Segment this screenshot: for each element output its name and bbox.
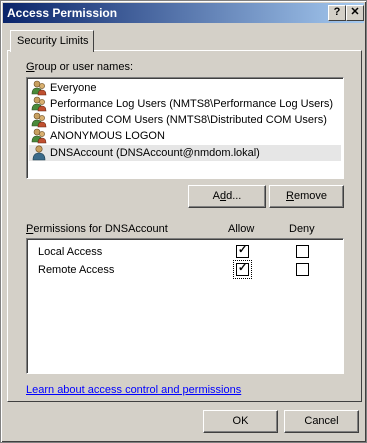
title-bar[interactable]: Access Permission ? ✕ xyxy=(3,3,364,23)
access-permission-dialog: Access Permission ? ✕ Security Limits Gr… xyxy=(0,0,367,443)
user-icon xyxy=(32,145,46,161)
checkmark-icon: ✓ xyxy=(238,244,248,256)
add-button[interactable]: Add... xyxy=(188,185,266,208)
close-button[interactable]: ✕ xyxy=(346,5,364,21)
group-or-user-names-label: Group or user names: xyxy=(26,61,133,73)
list-item[interactable]: ANONYMOUS LOGON xyxy=(29,128,341,144)
permission-label: Local Access xyxy=(38,246,103,258)
permission-label: Remote Access xyxy=(38,264,115,276)
remote-access-deny-checkbox[interactable] xyxy=(296,263,309,276)
list-item[interactable]: Performance Log Users (NMTS8\Performance… xyxy=(29,96,341,112)
remove-button[interactable]: Remove xyxy=(269,185,344,208)
cancel-button[interactable]: Cancel xyxy=(284,410,359,433)
list-item[interactable]: Everyone xyxy=(29,80,341,96)
ok-button[interactable]: OK xyxy=(203,410,278,433)
permissions-label: Permissions for DNSAccount xyxy=(26,223,168,235)
access-control-help-link[interactable]: Learn about access control and permissio… xyxy=(26,384,241,396)
list-item[interactable]: Distributed COM Users (NMTS8\Distributed… xyxy=(29,112,341,128)
remote-access-allow-checkbox[interactable]: ✓ xyxy=(236,262,249,276)
list-item-label: Performance Log Users (NMTS8\Performance… xyxy=(50,98,334,110)
group-icon xyxy=(31,96,47,112)
permissions-list: Local Access ✓ Remote Access ✓ xyxy=(26,238,344,374)
list-item-label: Distributed COM Users (NMTS8\Distributed… xyxy=(50,114,327,126)
list-item-label: Everyone xyxy=(50,82,97,94)
help-button[interactable]: ? xyxy=(328,5,346,21)
list-item-selected[interactable]: DNSAccount (DNSAccount@nmdom.lokal) xyxy=(29,145,341,161)
group-icon xyxy=(31,112,47,128)
tab-security-limits[interactable]: Security Limits xyxy=(10,30,94,52)
group-icon xyxy=(31,80,47,96)
ok-label: OK xyxy=(232,415,249,427)
deny-column-header: Deny xyxy=(289,223,315,235)
window-title: Access Permission xyxy=(7,6,118,20)
tab-label: Security Limits xyxy=(17,35,89,47)
cancel-label: Cancel xyxy=(304,415,339,427)
list-item-label: DNSAccount (DNSAccount@nmdom.lokal) xyxy=(50,147,260,159)
checkmark-icon: ✓ xyxy=(238,262,248,274)
local-access-allow-checkbox[interactable]: ✓ xyxy=(236,244,249,258)
list-item-label: ANONYMOUS LOGON xyxy=(50,130,165,142)
group-user-list[interactable]: Everyone Performance Log Users (NMTS8\Pe… xyxy=(26,77,344,179)
group-icon xyxy=(31,128,47,144)
allow-column-header: Allow xyxy=(228,223,255,235)
local-access-deny-checkbox[interactable] xyxy=(296,245,309,258)
